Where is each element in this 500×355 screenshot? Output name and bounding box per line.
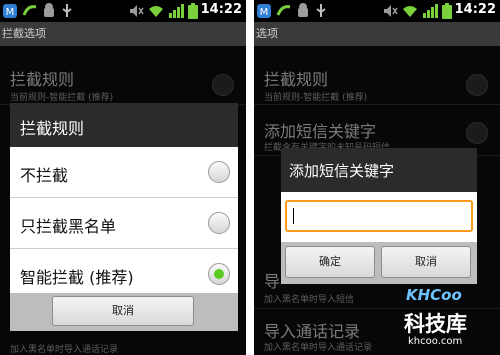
status-time: 14:22	[454, 2, 496, 17]
radio-checked-icon[interactable]	[208, 263, 230, 285]
svg-text:M: M	[6, 7, 15, 18]
radio-icon[interactable]	[208, 161, 230, 183]
ok-button[interactable]: 确定	[285, 246, 375, 278]
keyword-input[interactable]	[285, 200, 473, 232]
option-blacklist-only[interactable]: 只拦截黑名单	[10, 198, 238, 249]
option-label: 智能拦截 (推荐)	[20, 268, 134, 287]
keyword-dialog: 添加短信关键字 确定 取消	[281, 148, 477, 284]
mute-icon	[130, 5, 144, 17]
option-label: 只拦截黑名单	[20, 217, 117, 236]
site-watermark: KHCoo 科技库 khcoo.com	[404, 272, 500, 355]
wifi-icon	[149, 6, 163, 17]
dialog-title: 添加短信关键字	[289, 162, 395, 180]
battery-icon	[188, 3, 198, 19]
option-label: 不拦截	[20, 166, 69, 185]
screen-title: 拦截选项	[0, 22, 246, 46]
dialog-header: 添加短信关键字	[281, 148, 477, 192]
mute-icon	[384, 5, 398, 17]
phone-screen-left: M 14:22 拦截选项 拦截规则 当前规则-智能拦截 (推荐) 加入黑名单时导…	[0, 0, 246, 355]
status-time: 14:22	[200, 2, 242, 17]
dialog-title: 拦截规则	[20, 119, 85, 138]
status-bar: M 14:22	[254, 0, 500, 22]
phone-screen-right: M 14:22 选项 拦截规则 当前规则-智能拦截 (推荐) 添加短信关键字 拦…	[254, 0, 500, 355]
battery-icon	[442, 3, 452, 19]
dialog-button-bar: 取消	[10, 293, 238, 331]
text-cursor	[293, 208, 294, 224]
screen-title: 选项	[254, 22, 500, 46]
missed-call-icon	[276, 5, 291, 16]
wifi-icon	[403, 6, 417, 17]
option-no-block[interactable]: 不拦截	[10, 147, 238, 198]
dialog-header: 拦截规则	[10, 103, 238, 147]
signal-icon	[423, 4, 438, 18]
rule-dialog: 拦截规则 不拦截 只拦截黑名单 智能拦截 (推荐) 取消	[10, 103, 238, 331]
cancel-button[interactable]: 取消	[52, 296, 194, 326]
signal-icon	[169, 4, 184, 18]
app-shield-icon: M	[3, 4, 17, 18]
radio-icon[interactable]	[208, 212, 230, 234]
radio-dot	[214, 269, 224, 279]
status-bar: M 14:22	[0, 0, 246, 22]
watermark-site-name: 科技库	[404, 312, 467, 336]
watermark-url: khcoo.com	[408, 336, 463, 347]
app-shield-icon: M	[257, 4, 271, 18]
usb-icon	[62, 4, 72, 17]
android-icon	[298, 3, 308, 17]
usb-icon	[316, 4, 326, 17]
svg-text:M: M	[260, 7, 269, 18]
missed-call-icon	[22, 5, 37, 16]
android-icon	[44, 3, 54, 17]
watermark-brand: KHCoo	[406, 286, 462, 304]
